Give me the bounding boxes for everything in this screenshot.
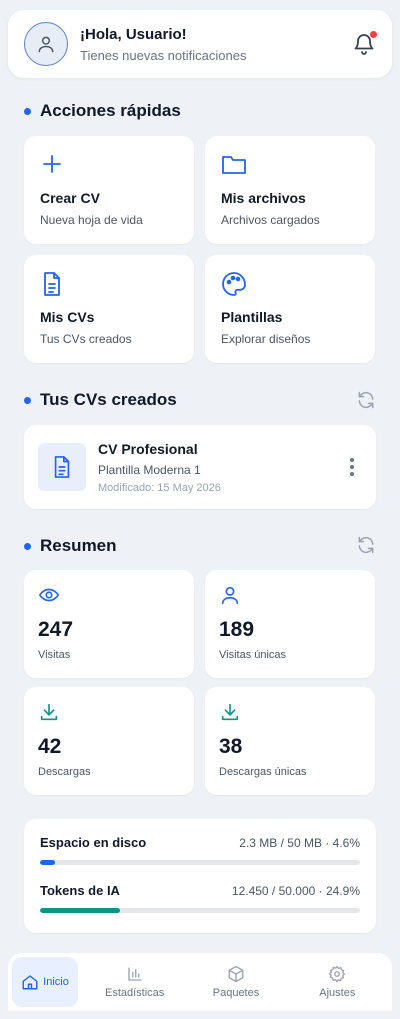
cv-thumbnail <box>38 443 86 491</box>
stat-value: 247 <box>38 618 74 641</box>
section-quick-actions: Acciones rápidas <box>24 101 181 121</box>
my-files-card[interactable]: Mis archivos Archivos cargados <box>205 136 375 244</box>
stat-value: 42 <box>38 735 62 758</box>
usage-value: 12.450 / 50.000 · 24.9% <box>231 883 360 898</box>
nav-item-inicio[interactable]: Inicio <box>12 957 78 1007</box>
section-summary: Resumen <box>24 536 117 556</box>
refresh-icon <box>358 391 374 409</box>
cv-template: Plantilla Moderna 1 <box>98 462 201 477</box>
create-cv-card[interactable]: Crear CV Nueva hoja de vida <box>24 136 194 244</box>
section-title: Acciones rápidas <box>40 101 181 120</box>
folder-icon <box>222 156 246 174</box>
section-title: Tus CVs creados <box>40 390 177 409</box>
stat-card-unique-downloads: 38 Descargas únicas <box>205 687 375 795</box>
cv-modified-date: Modificado: 15 May 2026 <box>98 481 221 494</box>
stat-card-unique-visits: 189 Visitas únicas <box>205 570 375 678</box>
templates-card[interactable]: Plantillas Explorar diseños <box>205 255 375 363</box>
stat-card-visits: 247 Visitas <box>24 570 194 678</box>
kebab-dot <box>350 458 354 462</box>
tokens-usage-row: Tokens de IA 12.450 / 50.000 · 24.9% <box>40 883 360 913</box>
tokens-usage-bar <box>40 908 360 913</box>
stat-label: Visitas <box>38 649 71 661</box>
app-header: ¡Hola, Usuario! Tienes nuevas notificaci… <box>8 10 392 78</box>
plus-icon <box>43 155 61 173</box>
stat-label: Descargas <box>38 766 91 778</box>
stat-label: Visitas únicas <box>219 649 287 661</box>
card-description: Nueva hoja de vida <box>40 213 143 227</box>
download-icon <box>40 703 58 721</box>
card-title: Mis archivos <box>221 190 306 206</box>
nav-label: Ajustes <box>319 987 356 999</box>
notification-subtitle: Tienes nuevas notificaciones <box>80 47 247 63</box>
cv-info: CV Profesional Plantilla Moderna 1 Modif… <box>98 441 342 494</box>
gear-icon <box>329 965 346 983</box>
stat-value: 189 <box>219 618 255 641</box>
section-dot <box>24 542 31 550</box>
usage-label: Espacio en disco <box>40 835 147 850</box>
card-description: Explorar diseños <box>221 332 311 346</box>
nav-item-estadisticas[interactable]: Estadísticas <box>84 957 185 1007</box>
palette-icon <box>222 272 246 296</box>
disk-usage-row: Espacio en disco 2.3 MB / 50 MB · 4.6% <box>40 835 360 865</box>
home-icon <box>22 975 38 990</box>
bar-chart-icon <box>127 967 142 981</box>
cv-name: CV Profesional <box>98 440 198 457</box>
section-dot <box>24 396 31 404</box>
stat-value: 38 <box>219 735 243 758</box>
card-title: Crear CV <box>40 190 100 206</box>
stat-label: Descargas únicas <box>219 766 307 778</box>
nav-label: Estadísticas <box>105 987 165 999</box>
document-icon <box>54 456 70 478</box>
nav-label: Inicio <box>43 976 69 988</box>
eye-icon <box>39 588 59 602</box>
nav-label: Paquetes <box>212 987 260 999</box>
user-icon <box>38 36 54 53</box>
kebab-dot <box>350 465 354 469</box>
usage-value: 2.3 MB / 50 MB · 4.6% <box>239 835 360 850</box>
card-description: Tus CVs creados <box>40 332 132 346</box>
document-icon <box>44 272 60 296</box>
avatar[interactable] <box>24 22 68 66</box>
section-my-cvs: Tus CVs creados <box>24 390 177 410</box>
section-title: Resumen <box>40 536 117 555</box>
disk-usage-bar <box>40 860 360 865</box>
user-icon <box>221 586 239 605</box>
usage-label: Tokens de IA <box>40 883 120 898</box>
refresh-icon <box>358 536 374 554</box>
section-dot <box>24 107 31 115</box>
card-description: Archivos cargados <box>221 213 320 227</box>
card-title: Mis CVs <box>40 309 95 325</box>
package-icon <box>228 965 244 983</box>
refresh-summary-button[interactable] <box>356 535 376 555</box>
refresh-cvs-button[interactable] <box>356 390 376 410</box>
notification-dot <box>370 31 377 38</box>
nav-item-ajustes[interactable]: Ajustes <box>287 957 388 1007</box>
download-icon <box>221 703 239 721</box>
notification-button[interactable] <box>352 31 377 56</box>
greeting: ¡Hola, Usuario! <box>80 25 187 43</box>
my-cvs-card[interactable]: Mis CVs Tus CVs creados <box>24 255 194 363</box>
header-text: ¡Hola, Usuario! Tienes nuevas notificaci… <box>80 26 352 63</box>
card-title: Plantillas <box>221 309 283 325</box>
usage-card: Espacio en disco 2.3 MB / 50 MB · 4.6% T… <box>24 819 376 933</box>
stat-card-downloads: 42 Descargas <box>24 687 194 795</box>
disk-usage-fill <box>40 860 55 865</box>
cv-list-item[interactable]: CV Profesional Plantilla Moderna 1 Modif… <box>24 425 376 509</box>
nav-item-paquetes[interactable]: Paquetes <box>185 957 286 1007</box>
more-options-button[interactable] <box>342 458 362 476</box>
bottom-nav: Inicio Estadísticas Paquetes Ajustes <box>8 953 392 1011</box>
tokens-usage-fill <box>40 908 120 913</box>
kebab-dot <box>350 472 354 476</box>
